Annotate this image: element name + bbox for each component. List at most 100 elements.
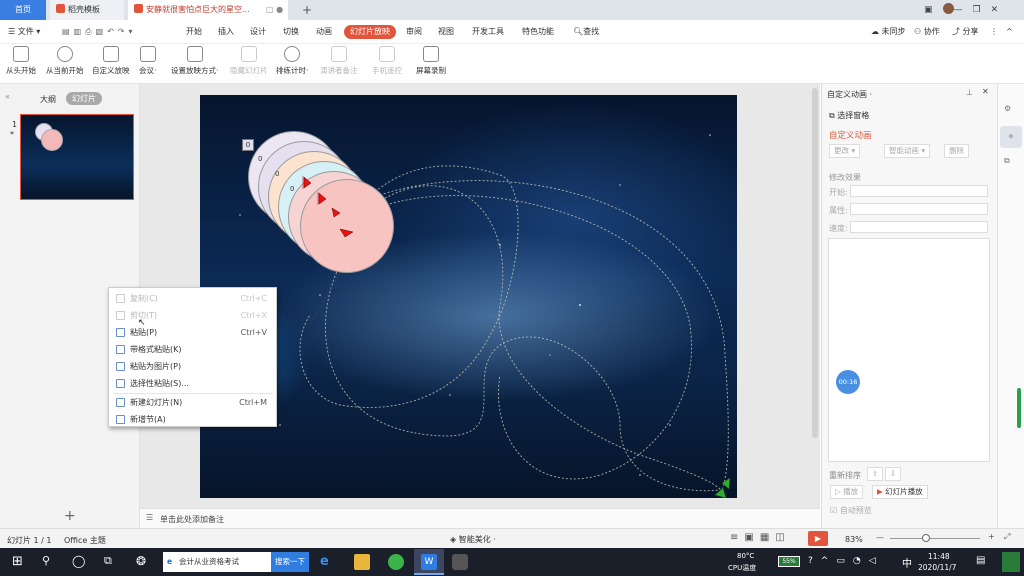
browser-search-button[interactable]: 搜索一下	[271, 552, 309, 572]
copy-menu-item[interactable]: 复制(C) Ctrl+C	[109, 290, 276, 307]
menu-review[interactable]: 审阅	[406, 25, 422, 39]
adjust-icon[interactable]: ⚙	[1004, 104, 1011, 113]
menu-insert[interactable]: 插入	[218, 25, 234, 39]
redo-icon[interactable]: ↷	[118, 27, 129, 36]
network-icon[interactable]: ◔	[853, 556, 869, 566]
search-box[interactable]: 🔍︎查找	[573, 25, 599, 39]
battery-indicator[interactable]: 55%	[778, 556, 800, 567]
speaker-notes-button[interactable]: 演讲者备注	[320, 46, 358, 76]
search-icon[interactable]: ⚲	[42, 554, 58, 570]
ime-indicator[interactable]: 中	[902, 555, 912, 570]
animation-list[interactable]	[828, 238, 990, 462]
slide-thumbnail[interactable]	[20, 114, 134, 200]
new-section-menu-item[interactable]: 新增节(A)	[109, 411, 276, 428]
menu-features[interactable]: 特色功能	[522, 25, 554, 39]
from-start-button[interactable]: 从头开始	[6, 46, 36, 76]
zoom-level[interactable]: 83%	[845, 535, 863, 544]
maximize-icon[interactable]: ❐	[973, 5, 991, 15]
close-icon[interactable]: ✕	[991, 5, 1009, 15]
task-view-icon[interactable]: ⧉	[104, 554, 120, 570]
sync-status[interactable]: ☁ 未同步	[871, 25, 906, 39]
notes-area[interactable]: ☰ 单击此处添加备注	[140, 508, 820, 528]
camera-app-icon[interactable]	[452, 554, 468, 570]
slide[interactable]: 0 0 0 0	[200, 95, 737, 498]
save-icon[interactable]: ▤	[62, 27, 74, 36]
animation-tag[interactable]: 0	[290, 185, 294, 193]
reading-view-icon[interactable]: ◫	[775, 532, 790, 543]
zoom-out-icon[interactable]: —	[876, 533, 884, 542]
chrome-icon[interactable]	[388, 554, 404, 570]
copy-pane-icon[interactable]: ⧉	[1004, 156, 1010, 166]
add-slide-icon[interactable]: +	[64, 508, 76, 524]
customize-icon[interactable]: ▾	[129, 27, 137, 36]
slideshow-mode-icon[interactable]: ▣	[924, 5, 943, 15]
phone-remote-button[interactable]: 手机遥控	[372, 46, 402, 76]
wps-taskbar-icon[interactable]: W	[414, 549, 444, 575]
menu-transition[interactable]: 切换	[283, 25, 299, 39]
tab-document[interactable]: 安静就很害怕点巨大的星空... ▢ ●	[128, 0, 288, 20]
browser-search-box[interactable]: e 会计从业资格考试	[163, 552, 271, 572]
tab-outline[interactable]: 大纲	[40, 94, 56, 105]
start-select[interactable]	[850, 185, 988, 197]
minimize-icon[interactable]: —	[954, 5, 973, 15]
clock-date[interactable]: 2020/11/7	[918, 563, 956, 572]
paste-menu-item[interactable]: 粘贴(P) Ctrl+V	[109, 324, 276, 341]
file-explorer-icon[interactable]	[354, 554, 370, 570]
menu-design[interactable]: 设计	[250, 25, 266, 39]
timer-badge[interactable]: 00:16	[836, 370, 860, 394]
collab-button[interactable]: ⚇ 协作	[914, 25, 940, 39]
paste-image-menu-item[interactable]: 粘贴为图片(P)	[109, 358, 276, 375]
slideshow-status-button[interactable]: ▶	[808, 531, 828, 546]
more-icon[interactable]: ⋮	[990, 25, 998, 39]
move-up-button[interactable]: ⇧	[867, 467, 884, 481]
sorter-view-icon[interactable]: ▦	[760, 532, 775, 543]
setup-show-button[interactable]: 设置放映方式·	[171, 46, 218, 76]
property-select[interactable]	[850, 203, 988, 215]
collapse-ribbon-icon[interactable]: ^	[1006, 25, 1013, 39]
print-icon[interactable]: ⎙	[85, 27, 95, 36]
select-pane-button[interactable]: ⧉ 选择窗格	[829, 110, 869, 121]
slideshow-play-button[interactable]: ▶ 幻灯片播放	[872, 485, 928, 499]
windows-start-icon[interactable]: ⊞	[12, 554, 28, 570]
pin-icon[interactable]: ⊥	[966, 88, 973, 97]
notification-icon[interactable]: ▤	[976, 555, 985, 566]
notes-view-icon[interactable]: ≡	[730, 532, 744, 543]
custom-show-button[interactable]: 自定义放映	[92, 46, 130, 76]
paste-special-menu-item[interactable]: 选择性粘贴(S)...	[109, 375, 276, 392]
change-effect-button[interactable]: 更改 ▾	[829, 144, 861, 158]
zoom-slider[interactable]	[890, 538, 980, 539]
rehearse-timing-button[interactable]: 排练计时·	[276, 46, 308, 76]
panel-title[interactable]: 自定义动画 ·	[827, 89, 872, 100]
avatar[interactable]	[942, 3, 954, 14]
normal-view-icon[interactable]: ▣	[744, 532, 759, 543]
edge-icon[interactable]: e	[320, 554, 336, 570]
menu-start[interactable]: 开始	[186, 25, 202, 39]
cortana-icon[interactable]: ◯	[72, 554, 88, 570]
tab-docer-templates[interactable]: 稻壳模板	[50, 0, 124, 20]
menu-animation[interactable]: 动画	[316, 25, 332, 39]
menu-view[interactable]: 视图	[438, 25, 454, 39]
clock-time[interactable]: 11:48	[928, 552, 950, 561]
fit-window-icon[interactable]: ⤢	[1004, 532, 1010, 542]
move-down-button[interactable]: ⇩	[885, 467, 902, 481]
volume-slider[interactable]	[1017, 388, 1021, 428]
vertical-scrollbar[interactable]	[812, 88, 818, 438]
tab-slides[interactable]: 幻灯片	[66, 92, 102, 105]
smart-animation-button[interactable]: 智能动画 ▾	[884, 144, 931, 158]
preview-icon[interactable]: ▧	[96, 27, 108, 36]
collapse-panel-icon[interactable]: «	[5, 92, 10, 101]
show-desktop-strip[interactable]	[1002, 552, 1020, 572]
animation-tag[interactable]: 0	[275, 170, 279, 178]
new-tab-icon[interactable]: +	[302, 3, 312, 17]
menu-developer[interactable]: 开发工具	[472, 25, 504, 39]
file-menu[interactable]: ☰ 文件 ▾	[8, 25, 40, 39]
play-button[interactable]: ▷ 播放	[830, 485, 864, 499]
screen-record-button[interactable]: 屏幕录制	[416, 46, 446, 76]
hide-slide-button[interactable]: 隐藏幻灯片	[230, 46, 268, 76]
undo-icon[interactable]: ↶	[107, 27, 118, 36]
zoom-in-icon[interactable]: +	[988, 532, 995, 541]
panel-close-icon[interactable]: ✕	[982, 87, 989, 96]
cut-menu-item[interactable]: 剪切(T) Ctrl+X	[109, 307, 276, 324]
new-slide-menu-item[interactable]: 新建幻灯片(N) Ctrl+M	[109, 394, 276, 411]
tab-home[interactable]: 首页	[0, 0, 46, 20]
